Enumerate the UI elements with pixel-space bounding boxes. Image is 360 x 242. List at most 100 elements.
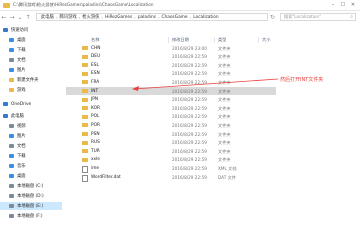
sidebar-item[interactable]: 文档 (0, 142, 62, 150)
sidebar-item[interactable]: OneDrive (0, 100, 62, 108)
up-arrow-icon[interactable]: ↑ (24, 14, 32, 21)
file-type: XML 文档 (218, 165, 237, 171)
sidebar-item[interactable]: 本地磁盘 (E:) (0, 202, 62, 210)
file-date: 2016/8/29 22:59 (172, 62, 207, 68)
file-row[interactable]: POL 2016/8/29 22:59 文件夹 (66, 113, 276, 121)
close-button[interactable]: ✕ (348, 1, 358, 8)
sidebar-item[interactable]: 视频 (0, 122, 62, 130)
sidebar-item[interactable]: 下载 (0, 46, 62, 54)
column-type[interactable]: 类型 (218, 37, 226, 43)
sidebar-item-label: 本地磁盘 (D:) (17, 194, 44, 199)
search-input[interactable]: 搜索"Localization" ⌕ (280, 13, 356, 21)
sidebar-item[interactable]: 音乐 (0, 162, 62, 170)
breadcrumb-segment[interactable]: 腾讯游戏 (60, 14, 77, 20)
folder-icon (3, 2, 10, 8)
file-row[interactable]: INT 2016/8/29 22:59 文件夹 (66, 87, 276, 95)
file-row[interactable]: CHN 2016/8/29 23:00 文件夹 (66, 44, 276, 52)
file-type: 文件夹 (218, 97, 231, 103)
window-title: C:\腾讯游戏\枪火游侠\HiRezGames\paladins\ChaosGa… (13, 2, 154, 7)
sidebar-item[interactable]: 本地磁盘 (D:) (0, 192, 62, 200)
breadcrumb-separator-icon[interactable]: › (79, 15, 81, 20)
back-arrow-icon[interactable]: ← (0, 14, 8, 21)
breadcrumb-segment[interactable]: 此电脑 (41, 14, 54, 20)
breadcrumb-segment[interactable]: 枪火游侠 (82, 14, 99, 20)
column-divider[interactable] (258, 37, 259, 43)
sidebar-item[interactable]: 游戏 (0, 86, 62, 94)
column-divider[interactable] (168, 37, 169, 43)
file-row[interactable]: DEU 2016/8/29 22:59 文件夹 (66, 53, 276, 61)
file-row[interactable]: RUS 2016/8/29 22:59 文件夹 (66, 139, 276, 147)
file-row[interactable]: FRA 2016/8/29 22:59 文件夹 (66, 78, 276, 86)
sidebar-item-icon (9, 144, 14, 148)
column-divider[interactable] (214, 37, 215, 43)
breadcrumb-separator-icon[interactable]: › (56, 15, 58, 20)
column-name[interactable]: 名称 (91, 37, 99, 43)
file-date: 2016/8/29 22:59 (172, 140, 207, 146)
file-name: TUR (91, 148, 100, 154)
sidebar-item-label: 图片 (17, 68, 26, 73)
file-row[interactable]: POR 2016/8/29 22:59 文件夹 (66, 121, 276, 129)
sidebar-item[interactable]: 快速访问 (0, 26, 62, 34)
column-size[interactable]: 大小 (262, 37, 270, 43)
address-bar[interactable]: 此电脑 › 腾讯游戏 › 枪火游侠 › HiRezGames › paladins › ChaosG… (36, 13, 268, 21)
sidebar-item-label: 本地磁盘 (F:) (17, 214, 43, 219)
file-row[interactable]: ESL 2016/8/29 22:59 文件夹 (66, 61, 276, 69)
file-name: INT (91, 88, 99, 94)
sidebar-item-icon (9, 194, 14, 198)
breadcrumb-separator-icon[interactable]: › (190, 15, 192, 20)
breadcrumb-segment[interactable]: ChaosGame (162, 15, 188, 20)
sidebar-item[interactable]: 新建文件夹 (0, 76, 62, 84)
breadcrumb-segment[interactable]: HiRezGames (105, 15, 132, 20)
file-date: 2016/8/29 22:59 (172, 174, 207, 180)
sidebar-item-label: 游戏 (17, 88, 26, 93)
file-name: ESN (91, 71, 100, 77)
sidebar-item-label: 桌面 (17, 38, 26, 43)
file-row[interactable]: PSN 2016/8/29 22:59 文件夹 (66, 130, 276, 138)
file-type: 文件夹 (218, 45, 231, 51)
sidebar-item-label: 本地磁盘 (E:) (17, 204, 44, 209)
file-name: CHN (91, 45, 101, 51)
file-row[interactable]: WordFilter.dat 2016/8/29 22:59 DAT 文件 (66, 173, 276, 182)
refresh-icon[interactable]: ↻ (270, 14, 275, 21)
file-type: 文件夹 (218, 88, 231, 94)
sidebar-item[interactable]: 桌面 (0, 36, 62, 44)
folder-icon (82, 123, 88, 128)
file-name: PSN (91, 131, 100, 137)
sidebar-item-label: 文档 (17, 58, 26, 63)
sidebar-item[interactable]: 图片 (0, 132, 62, 140)
file-type: 文件夹 (218, 105, 231, 111)
sidebar-item-icon (9, 204, 14, 208)
sidebar-item-label: 音乐 (17, 164, 26, 169)
file-row[interactable]: JPN 2016/8/29 22:59 文件夹 (66, 96, 276, 104)
forward-arrow-icon[interactable]: → (8, 14, 16, 21)
sidebar-item-icon (9, 174, 14, 178)
file-date: 2016/8/29 22:59 (172, 122, 207, 128)
file-row[interactable]: ime 2016/8/29 22:59 XML 文档 (66, 164, 276, 173)
breadcrumb-segment[interactable]: paladins (138, 15, 156, 20)
file-name: DEU (91, 54, 101, 60)
sidebar-item[interactable]: 此电脑 (0, 112, 62, 120)
breadcrumb-separator-icon[interactable]: › (101, 15, 103, 20)
file-row[interactable]: xxle 2016/8/29 22:59 文件夹 (66, 156, 276, 164)
sidebar-item[interactable]: 本地磁盘 (C:) (0, 182, 62, 190)
sidebar-item[interactable]: 本地磁盘 (F:) (0, 212, 62, 220)
sidebar-item[interactable]: 图片 (0, 66, 62, 74)
breadcrumb-separator-icon[interactable]: › (134, 15, 136, 20)
file-row[interactable]: KOR 2016/8/29 22:59 文件夹 (66, 104, 276, 112)
folder-icon (82, 54, 88, 59)
file-row[interactable]: ESN 2016/8/29 22:59 文件夹 (66, 70, 276, 78)
maximize-button[interactable]: ☐ (338, 1, 348, 8)
breadcrumb-segment[interactable]: Localization (193, 15, 218, 20)
recent-chevron-icon[interactable]: ⌄ (16, 14, 24, 21)
breadcrumb-separator-icon[interactable]: › (158, 15, 160, 20)
title-bar: C:\腾讯游戏\枪火游侠\HiRezGames\paladins\ChaosGa… (0, 0, 360, 11)
column-date[interactable]: 修改日期 (172, 37, 189, 43)
file-type: 文件夹 (218, 157, 231, 163)
sidebar-item[interactable]: 文档 (0, 56, 62, 64)
document-icon (82, 174, 88, 182)
sidebar-item[interactable]: 下载 (0, 152, 62, 160)
file-row[interactable]: TUR 2016/8/29 22:59 文件夹 (66, 147, 276, 155)
sidebar-item-label: OneDrive (11, 101, 32, 107)
sidebar-item[interactable]: 桌面 (0, 172, 62, 180)
minimize-button[interactable]: – (328, 1, 338, 8)
